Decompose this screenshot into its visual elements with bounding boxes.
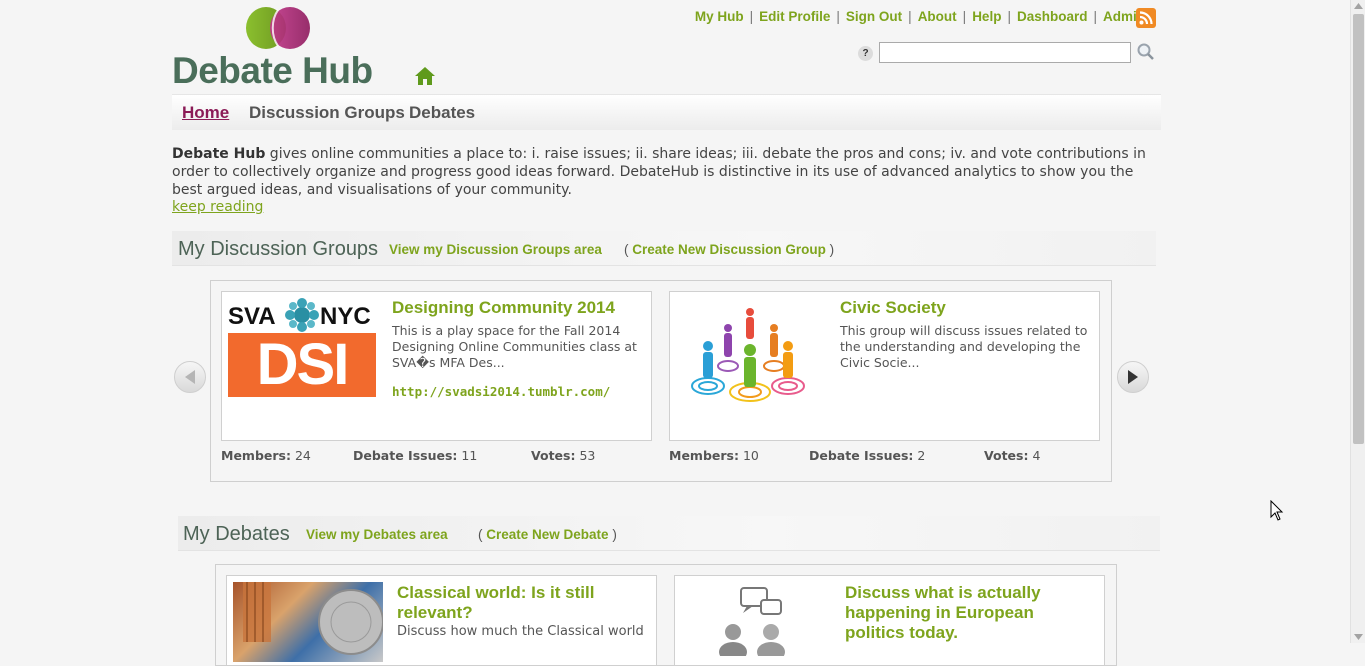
separator: | [749, 9, 754, 24]
separator: | [836, 9, 840, 24]
carousel-next-button[interactable] [1117, 361, 1149, 393]
view-debates-link[interactable]: View my Debates area [306, 527, 448, 542]
scroll-down-icon[interactable] [1354, 634, 1363, 640]
debates-section-title: My Debates [183, 523, 290, 545]
issues-label: Debate Issues: [353, 448, 458, 463]
dashboard-link[interactable]: Dashboard [1017, 9, 1088, 24]
debates-carousel: Classical world: Is it still relevant? D… [215, 564, 1117, 666]
members-stat: Members: 10 [669, 448, 759, 463]
mouse-cursor-icon [1270, 500, 1284, 521]
votes-label: Votes: [531, 448, 576, 463]
help-icon[interactable]: ? [858, 46, 873, 61]
group-title[interactable]: Civic Society [840, 298, 946, 318]
my-hub-link[interactable]: My Hub [695, 9, 744, 24]
group-image-dsi: SVA NYC DSI [228, 297, 376, 397]
issues-stat: Debate Issues: 11 [353, 448, 477, 463]
page-scrollbar[interactable] [1350, 0, 1365, 643]
sign-out-link[interactable]: Sign Out [846, 9, 902, 24]
votes-value: 4 [1032, 448, 1041, 463]
members-label: Members: [669, 448, 739, 463]
help-link[interactable]: Help [972, 9, 1001, 24]
nav-home[interactable]: Home [182, 103, 229, 123]
create-debate-link[interactable]: Create New Debate [486, 527, 608, 542]
paren-close: ) [829, 242, 835, 257]
separator: | [1093, 9, 1097, 24]
debate-image-discussion [719, 587, 785, 656]
members-stat: Members: 24 [221, 448, 311, 463]
debate-description: Discuss how much the Classical world [397, 624, 644, 639]
search-icon[interactable] [1136, 42, 1156, 62]
group-card[interactable]: Civic Society This group will discuss is… [669, 291, 1100, 441]
create-debate-wrapper: ( Create New Debate ) [478, 527, 617, 542]
intro-bold: Debate Hub [172, 146, 266, 162]
nav-discussion-groups[interactable]: Discussion Groups [249, 103, 405, 123]
groups-section-header: My Discussion Groups View my Discussion … [172, 231, 1156, 266]
arrow-right-icon [1128, 370, 1138, 384]
votes-stat: Votes: 53 [531, 448, 595, 463]
search-input[interactable] [879, 42, 1131, 63]
scrollbar-thumb[interactable] [1353, 14, 1364, 444]
intro-body: gives online communities a place to: i. … [172, 146, 1146, 198]
main-nav: Home Discussion Groups Debates [172, 94, 1161, 130]
home-icon[interactable] [414, 66, 436, 86]
create-group-link[interactable]: Create New Discussion Group [632, 242, 826, 257]
create-group-wrapper: ( Create New Discussion Group ) [624, 242, 834, 257]
debate-image-classical [233, 582, 383, 662]
paren-close: ) [612, 527, 617, 542]
group-url-link[interactable]: http://svadsi2014.tumblr.com/ [392, 384, 610, 399]
nav-debates[interactable]: Debates [409, 103, 475, 123]
issues-stat: Debate Issues: 2 [809, 448, 925, 463]
debate-title[interactable]: Discuss what is actually happening in Eu… [845, 583, 1095, 643]
edit-profile-link[interactable]: Edit Profile [759, 9, 830, 24]
groups-section-title: My Discussion Groups [178, 238, 379, 260]
paren-open: ( [624, 242, 629, 257]
members-value: 24 [294, 448, 311, 463]
separator: | [962, 9, 967, 24]
members-value: 10 [742, 448, 759, 463]
groups-carousel: SVA NYC DSI Designing Community 2014 Thi… [210, 280, 1112, 482]
paren-open: ( [478, 527, 483, 542]
scroll-up-icon[interactable] [1354, 3, 1363, 9]
issues-label: Debate Issues: [809, 448, 914, 463]
debates-section-header: My Debates View my Debates area ( Create… [178, 516, 1160, 551]
about-link[interactable]: About [918, 9, 957, 24]
site-logo[interactable]: Debate Hub [172, 6, 392, 91]
debate-card[interactable]: Classical world: Is it still relevant? D… [226, 575, 657, 665]
top-links: My Hub | Edit Profile | Sign Out | About | Help |… [695, 9, 1145, 24]
issues-value: 11 [461, 448, 478, 463]
view-groups-link[interactable]: View my Discussion Groups area [389, 242, 602, 257]
group-description: This is a play space for the Fall 2014 D… [392, 323, 637, 370]
logo-sva-text: SVA [228, 303, 276, 330]
members-label: Members: [221, 448, 291, 463]
group-image-civic [691, 308, 805, 402]
sva-flower-icon [285, 298, 319, 332]
votes-value: 53 [579, 448, 596, 463]
logo-nyc-text: NYC [320, 303, 371, 330]
keep-reading-link[interactable]: keep reading [172, 199, 263, 215]
logo-text: Debate Hub [172, 50, 373, 91]
issues-value: 2 [917, 448, 926, 463]
group-description: This group will discuss issues related t… [840, 323, 1088, 370]
debate-card[interactable]: Discuss what is actually happening in Eu… [674, 575, 1105, 665]
logo-circles-icon [246, 7, 310, 49]
logo-dsi-text: DSI [228, 333, 376, 397]
votes-label: Votes: [984, 448, 1029, 463]
separator: | [1007, 9, 1011, 24]
arrow-left-icon [185, 370, 195, 384]
votes-stat: Votes: 4 [984, 448, 1040, 463]
group-title[interactable]: Designing Community 2014 [392, 298, 615, 318]
group-card[interactable]: SVA NYC DSI Designing Community 2014 Thi… [221, 291, 652, 441]
intro-text: Debate Hub gives online communities a pl… [172, 145, 1157, 199]
debate-title[interactable]: Classical world: Is it still relevant? [397, 583, 647, 623]
separator: | [908, 9, 912, 24]
rss-icon[interactable] [1136, 8, 1156, 28]
carousel-prev-button[interactable] [174, 361, 206, 393]
